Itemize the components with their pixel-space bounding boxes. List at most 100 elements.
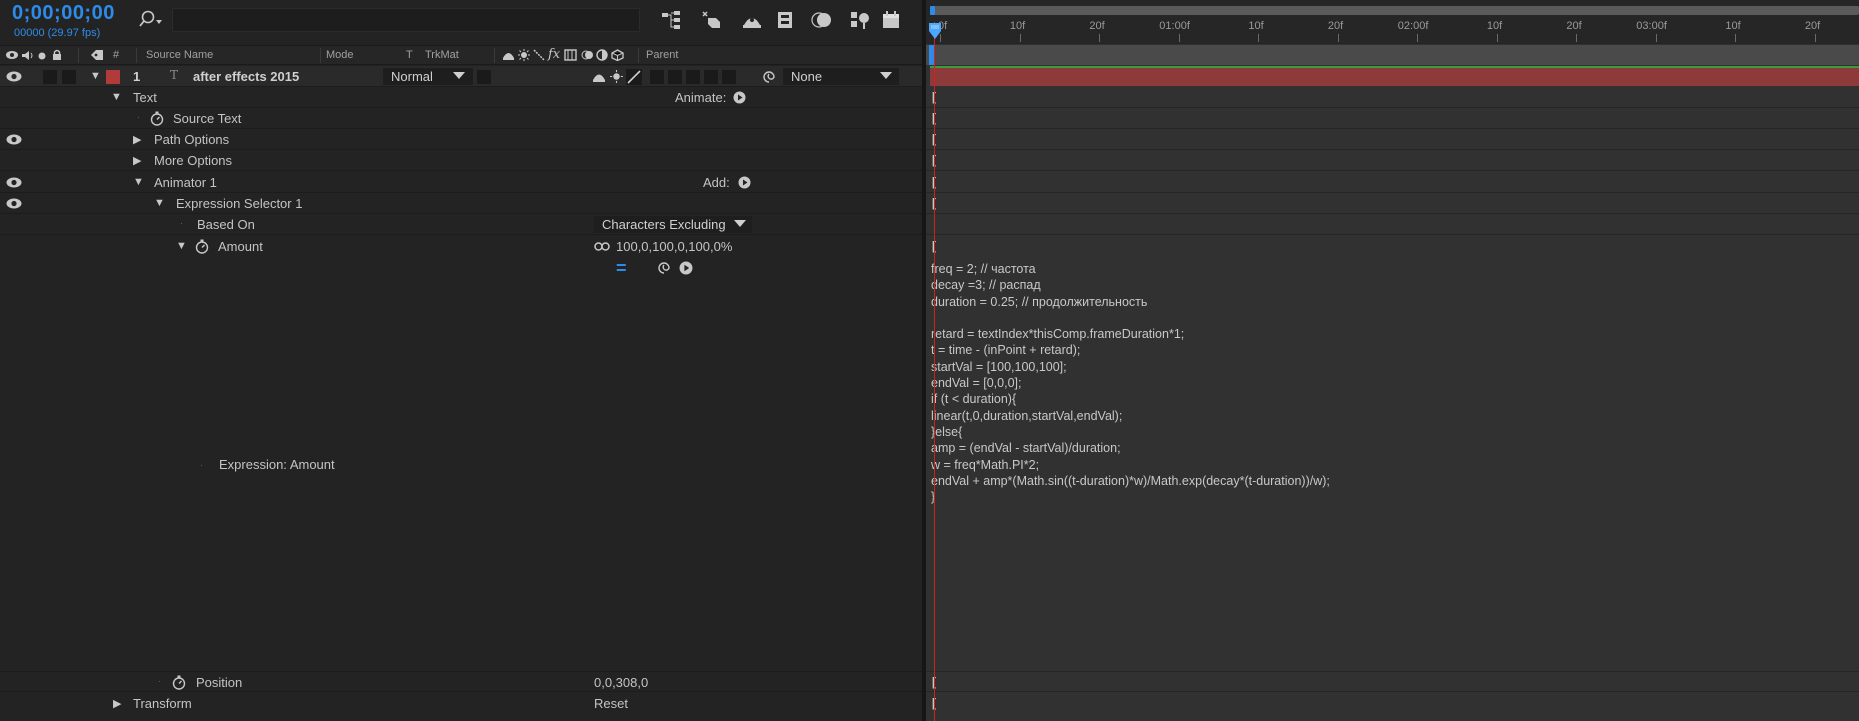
audio-speaker-icon[interactable] — [21, 50, 34, 61]
layer-duration-bar[interactable] — [930, 66, 1859, 86]
property-transform[interactable]: ▶ Transform Reset — [0, 693, 922, 714]
lock-icon[interactable] — [52, 49, 62, 61]
expression-selector-label[interactable]: Expression Selector 1 — [176, 196, 302, 211]
calendar-marker-icon[interactable] — [880, 9, 904, 31]
animator-label[interactable]: Animator 1 — [154, 175, 217, 190]
video-eye-icon[interactable] — [5, 50, 19, 60]
3d-layer-switch[interactable] — [722, 70, 736, 84]
more-options-expand-triangle[interactable]: ▶ — [133, 154, 141, 167]
expression-language-menu-icon[interactable] — [679, 261, 693, 275]
solo-dot-icon[interactable] — [38, 52, 46, 60]
preserve-transparency-switch[interactable] — [477, 70, 491, 84]
layer-visibility-eye-icon[interactable] — [5, 70, 23, 83]
shy-layers-icon[interactable] — [740, 9, 764, 31]
based-on-chevron-down-icon[interactable] — [734, 220, 746, 227]
collapse-on-icon[interactable] — [610, 70, 623, 83]
column-mode[interactable]: Mode — [326, 49, 354, 61]
text-expand-triangle[interactable]: ▼ — [111, 91, 122, 103]
blend-mode-chevron-down-icon[interactable] — [453, 72, 465, 79]
motion-blur-icon[interactable] — [810, 9, 834, 31]
property-animator-1[interactable]: ▼ Animator 1 Add: — [0, 172, 922, 193]
stopwatch-icon[interactable] — [150, 111, 164, 126]
quality-slash-icon[interactable] — [533, 49, 545, 61]
layer-row[interactable]: ▼ 1 T after effects 2015 Normal None — [0, 66, 922, 87]
expression-enable-toggle[interactable]: = — [616, 258, 627, 279]
frame-blending-icon[interactable] — [774, 9, 798, 31]
position-value[interactable]: 0,0,308,0 — [594, 675, 648, 690]
adjustment-switch[interactable] — [704, 70, 718, 84]
transform-reset-link[interactable]: Reset — [594, 696, 628, 711]
layer-search-input[interactable] — [172, 8, 640, 32]
work-area-bar[interactable] — [926, 45, 1859, 65]
property-more-options[interactable]: ▶ More Options — [0, 150, 922, 171]
ruler-tick-label: 20f — [1089, 20, 1105, 32]
motion-blur-switch-icon[interactable] — [581, 49, 594, 61]
lock-switch[interactable] — [62, 70, 76, 84]
quality-switch[interactable] — [626, 69, 642, 85]
constrain-proportions-link-icon[interactable] — [594, 241, 610, 252]
animate-menu-play-icon[interactable] — [733, 91, 746, 104]
property-amount[interactable]: ▼ Amount 100,0,100,0,100,0% — [0, 236, 922, 257]
frame-blend-switch-icon[interactable] — [564, 49, 577, 61]
ruler-tick-mark — [1814, 34, 1816, 42]
expression-selector-expand-triangle[interactable]: ▼ — [154, 197, 165, 209]
expression-line: w = freq*Math.PI*2; — [931, 457, 1040, 472]
transform-expand-triangle[interactable]: ▶ — [113, 697, 121, 710]
source-text-label: Source Text — [173, 111, 242, 126]
property-text-group[interactable]: ▼ Text Animate: — [0, 87, 922, 108]
3d-layer-cube-icon[interactable] — [611, 49, 624, 61]
current-time-indicator-head[interactable] — [928, 22, 942, 40]
animator-expand-triangle[interactable]: ▼ — [133, 176, 144, 188]
column-source-name[interactable]: Source Name — [146, 49, 213, 61]
draft-3d-icon[interactable] — [700, 9, 724, 31]
solo-switch[interactable] — [43, 70, 57, 84]
add-menu-play-icon[interactable] — [738, 176, 751, 189]
motion-blur-switch[interactable] — [686, 70, 700, 84]
effects-switch[interactable] — [650, 70, 664, 84]
layer-expand-triangle[interactable]: ▼ — [90, 70, 101, 82]
expression-editor[interactable]: freq = 2; // частота decay =3; // распад d… — [931, 261, 1330, 505]
layer-name[interactable]: after effects 2015 — [193, 69, 299, 84]
amount-expand-triangle[interactable]: ▼ — [176, 240, 187, 252]
label-color-swatch[interactable] — [106, 70, 120, 84]
expression-line: } — [931, 489, 1330, 505]
parent-pickwhip-icon[interactable] — [762, 70, 776, 84]
animator-eye-icon[interactable] — [5, 176, 23, 189]
time-ruler[interactable]: 0f 10f 20f 01:00f 10f 20f 02:00f 10f 20f 03:00f 10… — [926, 0, 1859, 44]
graph-editor-icon[interactable] — [848, 9, 872, 31]
path-options-eye-icon[interactable] — [5, 133, 23, 146]
position-stopwatch-icon[interactable] — [172, 675, 186, 690]
frame-blend-switch[interactable] — [668, 70, 682, 84]
adjustment-layer-icon[interactable] — [596, 49, 608, 61]
property-expression-selector[interactable]: ▼ Expression Selector 1 — [0, 193, 922, 214]
frame-rate-display: 00000 (29.97 fps) — [14, 27, 101, 39]
add-label[interactable]: Add: — [703, 175, 730, 190]
shy-on-icon[interactable] — [592, 70, 606, 83]
column-trkmat[interactable]: TrkMat — [425, 49, 459, 61]
property-path-options[interactable]: ▶ Path Options — [0, 129, 922, 150]
property-based-on[interactable]: · Based On Characters Excluding — [0, 214, 922, 235]
expression-line: linear(t,0,duration,startVal,endVal); — [931, 408, 1123, 423]
timeline-row: [ — [926, 693, 1859, 714]
time-navigator-start-handle[interactable] — [930, 6, 935, 15]
expression-pickwhip-icon[interactable] — [657, 261, 671, 275]
current-time-indicator-line[interactable] — [934, 22, 935, 721]
collapse-sun-icon[interactable] — [518, 49, 530, 61]
property-position[interactable]: · Position 0,0,308,0 — [0, 671, 922, 692]
time-navigator-bar[interactable] — [930, 6, 1859, 15]
composition-flowchart-icon[interactable] — [660, 9, 684, 31]
path-options-expand-triangle[interactable]: ▶ — [133, 133, 141, 146]
search-icon[interactable] — [138, 8, 164, 30]
parent-chevron-down-icon[interactable] — [880, 72, 892, 79]
current-time-display[interactable]: 0;00;00;00 — [12, 2, 115, 25]
effects-fx-icon[interactable]: fx — [548, 47, 560, 62]
shy-switch-icon[interactable] — [502, 49, 515, 61]
animate-label[interactable]: Animate: — [675, 90, 726, 105]
amount-stopwatch-icon[interactable] — [195, 239, 209, 254]
property-source-text[interactable]: · Source Text — [0, 108, 922, 129]
expression-selector-eye-icon[interactable] — [5, 197, 23, 210]
amount-value[interactable]: 100,0,100,0,100,0% — [616, 239, 732, 254]
column-parent[interactable]: Parent — [646, 49, 678, 61]
based-on-dropdown[interactable]: Characters Excluding — [594, 216, 752, 233]
label-tag-icon[interactable] — [90, 49, 104, 61]
